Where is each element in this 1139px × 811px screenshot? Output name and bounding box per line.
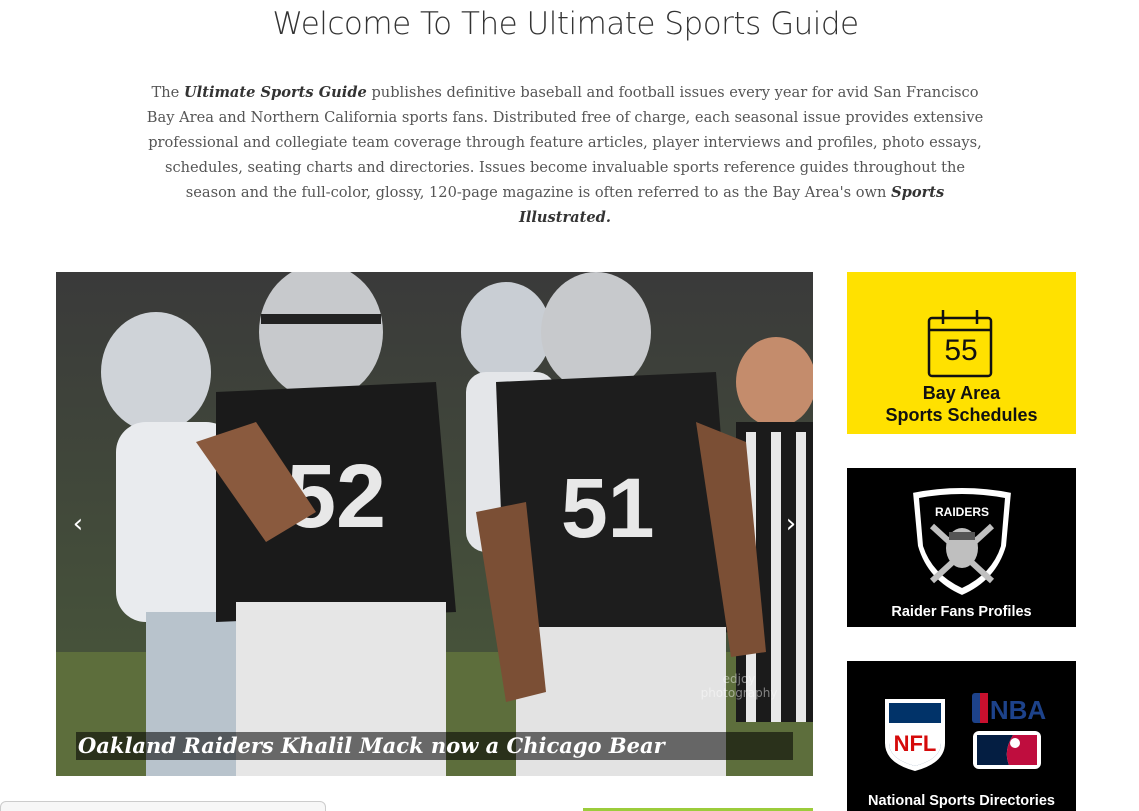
photo-watermark: edjoy photography — [700, 672, 778, 700]
intro-paragraph: The Ultimate Sports Guide publishes defi… — [146, 84, 984, 226]
national-card[interactable]: NFL NBA National Sports Directories — [847, 661, 1076, 811]
mlb-logo-icon — [973, 731, 1041, 769]
raiders-shield-logo-icon: RAIDERS — [910, 486, 1014, 598]
nba-logo-icon: NBA — [972, 693, 1047, 725]
schedules-card[interactable]: 55 Bay Area Sports Schedules — [847, 272, 1076, 434]
svg-text:NBA: NBA — [990, 695, 1047, 725]
photo-slider[interactable]: 52 51 edjoy photography ‹ › Oakland Raid… — [56, 272, 813, 776]
raiders-logo-text: RAIDERS — [935, 505, 989, 519]
slide-caption[interactable]: Oakland Raiders Khalil Mack now a Chicag… — [76, 732, 793, 760]
svg-text:NFL: NFL — [894, 731, 937, 756]
brand-name: Ultimate Sports Guide — [183, 84, 367, 101]
bottom-panel-edge — [0, 801, 326, 811]
national-card-label: National Sports Directories — [868, 793, 1055, 809]
jersey-number-51: 51 — [561, 461, 654, 555]
raiders-card-label: Raider Fans Profiles — [891, 604, 1032, 620]
slider-next-arrow-icon[interactable]: › — [777, 510, 805, 538]
slider-prev-arrow-icon[interactable]: ‹ — [64, 510, 92, 538]
page-title: Welcome To The Ultimate Sports Guide — [272, 6, 859, 42]
nfl-logo-icon: NFL — [885, 699, 945, 771]
slide-photo: 52 51 — [56, 272, 813, 776]
schedules-card-label: Bay Area Sports Schedules — [885, 383, 1038, 425]
raiders-card[interactable]: RAIDERS Raider Fans Profiles — [847, 468, 1076, 627]
calendar-number: 55 — [944, 334, 978, 367]
